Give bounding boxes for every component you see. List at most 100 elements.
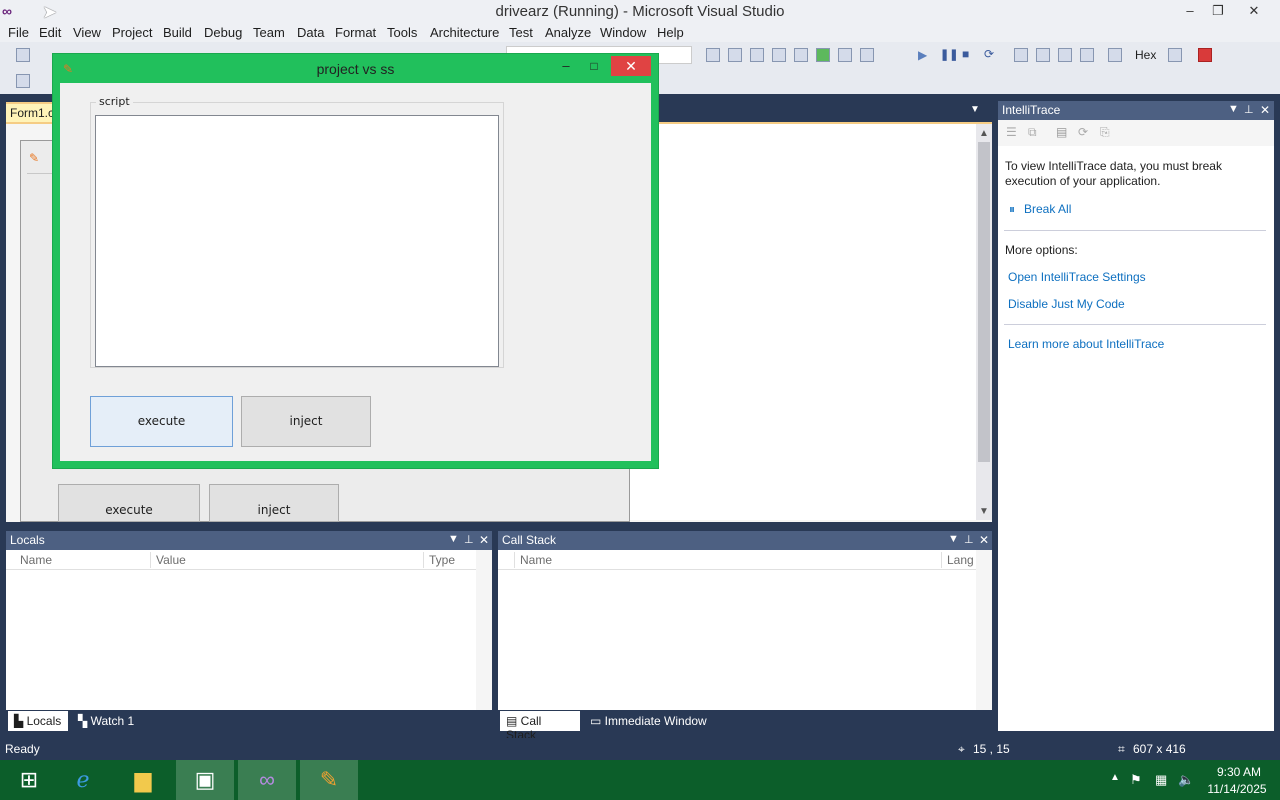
window-title: drivearz (Running) - Microsoft Visual St… xyxy=(495,3,785,20)
file-explorer-icon[interactable]: ▆ xyxy=(114,760,172,800)
menu-edit[interactable]: Edit xyxy=(39,25,61,40)
menu-debug[interactable]: Debug xyxy=(204,25,242,40)
mail-icon[interactable] xyxy=(772,48,786,62)
panel-menu-icon[interactable]: ▼ xyxy=(948,533,959,545)
refresh-icon[interactable]: ⟳ xyxy=(1078,125,1088,139)
menu-test[interactable]: Test xyxy=(509,25,533,40)
new-project-icon[interactable] xyxy=(16,48,30,62)
app-minimize-button[interactable]: – xyxy=(553,56,579,76)
locals-grid[interactable]: Name Value Type xyxy=(6,550,492,710)
restart-icon[interactable]: ⟳ xyxy=(984,47,994,61)
running-app-taskbar-icon[interactable]: ✎ xyxy=(300,760,358,800)
menu-tools[interactable]: Tools xyxy=(387,25,417,40)
designer-execute-button[interactable]: execute xyxy=(58,484,200,522)
panel-close-icon[interactable]: ✕ xyxy=(979,533,989,547)
column-type[interactable]: Type xyxy=(429,553,455,567)
app-maximize-button[interactable]: □ xyxy=(581,56,607,76)
step-into-icon[interactable] xyxy=(1014,48,1028,62)
window-icon[interactable] xyxy=(750,48,764,62)
debug-settings-icon[interactable] xyxy=(1168,48,1182,62)
menu-project[interactable]: Project xyxy=(112,25,152,40)
pause-icon[interactable]: ❚❚ xyxy=(940,48,958,61)
break-all-icon[interactable]: ⏸ xyxy=(1009,202,1015,217)
pin-icon[interactable]: ⊥ xyxy=(964,533,974,546)
navigate-icon[interactable] xyxy=(706,48,720,62)
pin-icon[interactable]: ⊥ xyxy=(464,533,474,546)
disable-just-my-code-link[interactable]: Disable Just My Code xyxy=(1008,297,1125,311)
open-intellitrace-settings-link[interactable]: Open IntelliTrace Settings xyxy=(1008,270,1146,284)
immediate-tab-icon: ▭ xyxy=(590,714,605,728)
script-textbox[interactable] xyxy=(95,115,499,367)
panel-menu-icon[interactable]: ▼ xyxy=(1228,103,1239,115)
settings-icon[interactable]: ▤ xyxy=(1056,125,1067,139)
action-center-flag-icon[interactable]: ⚑ xyxy=(1130,772,1142,788)
menu-build[interactable]: Build xyxy=(163,25,192,40)
copy-icon[interactable]: ⎘ xyxy=(1100,125,1110,140)
callstack-scrollbar[interactable] xyxy=(976,550,992,710)
clock-time[interactable]: 9:30 AM xyxy=(1208,765,1270,779)
menu-file[interactable]: File xyxy=(8,25,29,40)
designer-inject-button[interactable]: inject xyxy=(209,484,339,522)
restore-button[interactable]: ❐ xyxy=(1200,0,1236,22)
menu-analyze[interactable]: Analyze xyxy=(545,25,591,40)
panel-close-icon[interactable]: ✕ xyxy=(479,533,489,547)
show-threads-icon[interactable] xyxy=(1080,48,1094,62)
divider xyxy=(1004,230,1266,231)
store-icon[interactable]: ▣ xyxy=(176,760,234,800)
learn-more-link[interactable]: Learn more about IntelliTrace xyxy=(1008,337,1164,351)
internet-explorer-icon[interactable]: ℯ xyxy=(54,760,112,800)
tab-call-stack[interactable]: ▤ Call Stack xyxy=(500,711,580,742)
search-icon[interactable] xyxy=(1108,48,1122,62)
scroll-down-icon[interactable]: ▼ xyxy=(979,506,989,517)
column-lang[interactable]: Lang xyxy=(947,553,974,567)
execute-button[interactable]: execute xyxy=(90,396,233,447)
start-windows-icon[interactable]: ⊞ xyxy=(0,760,58,800)
close-button[interactable]: ✕ xyxy=(1236,0,1272,22)
column-value[interactable]: Value xyxy=(156,553,186,567)
document-scrollbar-thumb[interactable] xyxy=(978,142,990,462)
filter-icon[interactable]: ⧉ xyxy=(1028,125,1037,140)
menu-team[interactable]: Team xyxy=(253,25,285,40)
visual-studio-taskbar-icon[interactable]: ∞ xyxy=(238,760,296,800)
callstack-grid[interactable]: Name Lang xyxy=(498,550,992,710)
panel-close-icon[interactable]: ✕ xyxy=(1260,103,1270,117)
green-arrow-icon[interactable] xyxy=(816,48,830,62)
step-over-icon[interactable] xyxy=(1036,48,1050,62)
document-dropdown-icon[interactable]: ▼ xyxy=(970,104,980,115)
scroll-up-icon[interactable]: ▲ xyxy=(979,128,989,139)
menu-architecture[interactable]: Architecture xyxy=(430,25,499,40)
stop-icon[interactable]: ■ xyxy=(962,47,969,61)
folder-icon[interactable] xyxy=(728,48,742,62)
break-all-link[interactable]: Break All xyxy=(1024,202,1071,216)
command-window-icon[interactable] xyxy=(860,48,874,62)
menu-help[interactable]: Help xyxy=(657,25,684,40)
menu-view[interactable]: View xyxy=(73,25,101,40)
network-icon[interactable]: ▦ xyxy=(1155,772,1167,788)
locals-scrollbar[interactable] xyxy=(476,550,492,710)
show-hidden-icons-icon[interactable]: ▲ xyxy=(1110,772,1120,783)
tab-locals[interactable]: ▙ Locals xyxy=(8,711,68,731)
tab-immediate-window[interactable]: ▭ Immediate Window xyxy=(584,711,714,731)
tools-icon[interactable] xyxy=(794,48,808,62)
locals-title: Locals xyxy=(10,533,45,547)
clock-date[interactable]: 11/14/2025 xyxy=(1204,782,1270,796)
inject-button[interactable]: inject xyxy=(241,396,371,447)
divider xyxy=(1004,324,1266,325)
step-out-icon[interactable] xyxy=(1058,48,1072,62)
column-name[interactable]: Name xyxy=(20,553,52,567)
menu-data[interactable]: Data xyxy=(297,25,324,40)
grid-icon[interactable] xyxy=(838,48,852,62)
pin-icon[interactable]: ⊥ xyxy=(1244,103,1254,116)
menu-format[interactable]: Format xyxy=(335,25,376,40)
menu-window[interactable]: Window xyxy=(600,25,646,40)
breakpoint-icon[interactable] xyxy=(1198,48,1212,62)
volume-muted-icon[interactable]: 🔈 xyxy=(1178,772,1194,788)
hex-toggle[interactable]: Hex xyxy=(1135,48,1156,62)
list-icon[interactable]: ☰ xyxy=(1006,125,1017,139)
continue-icon[interactable]: ▶ xyxy=(918,48,927,62)
app-close-button[interactable]: ✕ xyxy=(611,56,651,76)
column-name[interactable]: Name xyxy=(520,553,552,567)
tab-watch-1[interactable]: ▚ Watch 1 xyxy=(72,711,152,731)
panel-menu-icon[interactable]: ▼ xyxy=(448,533,459,545)
align-icon[interactable] xyxy=(16,74,30,88)
